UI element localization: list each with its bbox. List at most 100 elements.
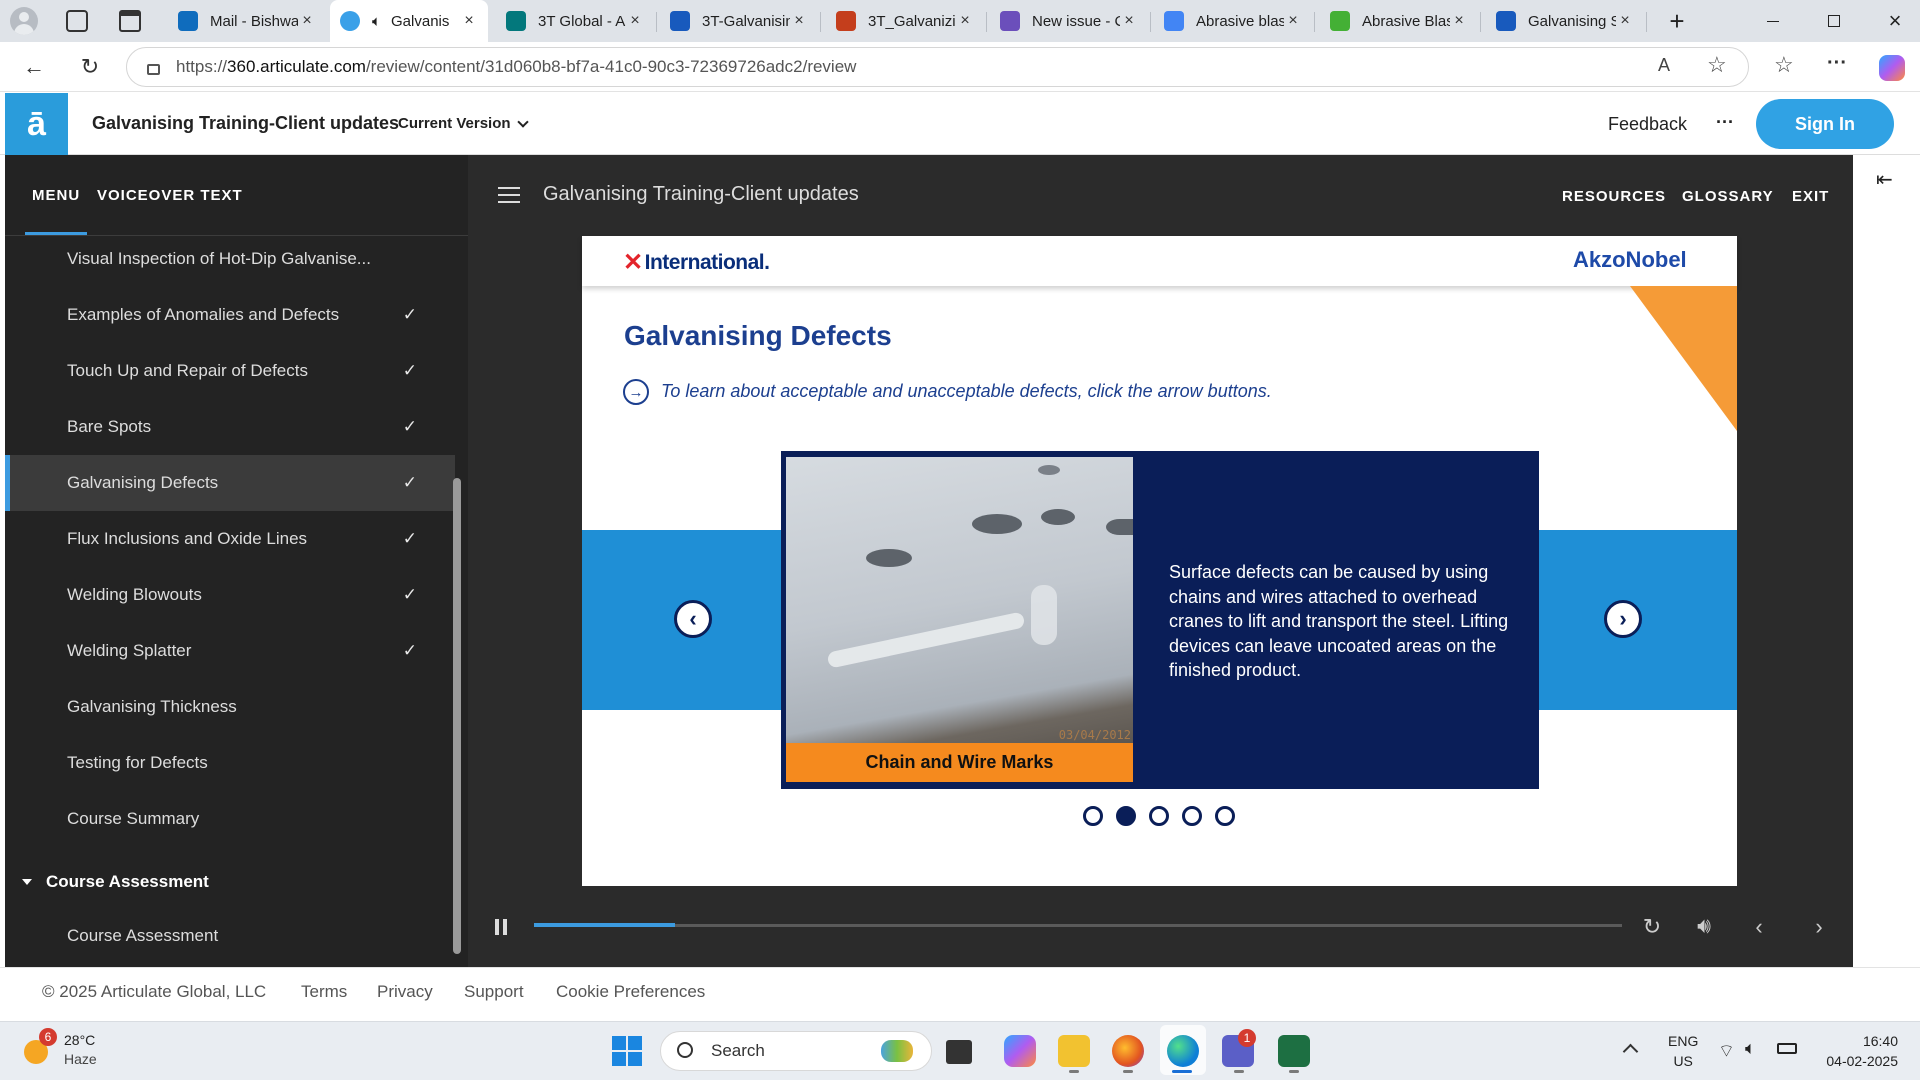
- footer-link-privacy[interactable]: Privacy: [377, 982, 433, 1002]
- url-field[interactable]: https://360.articulate.com/review/conten…: [126, 47, 1749, 87]
- favorites-icon[interactable]: ☆: [1774, 52, 1794, 78]
- photo-date-stamp: 03/04/2012: [1058, 728, 1131, 742]
- task-view-icon[interactable]: [946, 1040, 972, 1064]
- footer-link-terms[interactable]: Terms: [301, 982, 347, 1002]
- tab-close-icon[interactable]: ×: [1284, 12, 1302, 30]
- pagination-dot[interactable]: [1149, 806, 1169, 826]
- pagination-dot[interactable]: [1215, 806, 1235, 826]
- browser-tab[interactable]: New issue - C ×: [990, 0, 1148, 42]
- more-options-icon[interactable]: ···: [1716, 112, 1734, 133]
- favorite-star-icon[interactable]: ☆: [1707, 52, 1727, 78]
- sidebar-item[interactable]: Touch Up and Repair of Defects ✓: [5, 343, 455, 399]
- language-indicator[interactable]: ENG US: [1668, 1031, 1698, 1071]
- next-slide-button[interactable]: ›: [1804, 912, 1834, 942]
- sidebar-item[interactable]: Galvanising Defects ✓: [5, 455, 455, 511]
- tab-close-icon[interactable]: ×: [626, 12, 644, 30]
- sidebar-item[interactable]: Welding Blowouts ✓: [5, 567, 455, 623]
- file-explorer-icon[interactable]: [1058, 1035, 1090, 1067]
- running-indicator: [1289, 1070, 1299, 1073]
- sidebar-item-label: Welding Splatter: [67, 641, 192, 660]
- profile-icon[interactable]: [10, 7, 38, 35]
- copilot-taskbar-icon[interactable]: [1004, 1035, 1036, 1067]
- bolt-hole: [1106, 519, 1133, 535]
- browser-tab[interactable]: Mail - Bishwa ×: [168, 0, 326, 42]
- back-button[interactable]: ←: [16, 50, 52, 84]
- sidebar-item[interactable]: Examples of Anomalies and Defects ✓: [5, 287, 455, 343]
- browser-tab[interactable]: 🔈︎ Galvanis ×: [330, 0, 488, 42]
- tab-close-icon[interactable]: ×: [1616, 12, 1634, 30]
- pagination-dot[interactable]: [1182, 806, 1202, 826]
- next-arrow-button[interactable]: ›: [1604, 600, 1642, 638]
- browser-tab[interactable]: Abrasive Blas ×: [1320, 0, 1478, 42]
- minimize-button[interactable]: [1744, 0, 1802, 42]
- sidebar-item[interactable]: Galvanising Thickness: [5, 679, 455, 735]
- wifi-icon[interactable]: ⌔: [1718, 1040, 1735, 1063]
- sidebar-item[interactable]: Visual Inspection of Hot-Dip Galvanise..…: [5, 231, 455, 287]
- tab-close-icon[interactable]: ×: [790, 12, 808, 30]
- feedback-link[interactable]: Feedback: [1608, 114, 1687, 135]
- tab-menu[interactable]: MENU: [32, 187, 80, 204]
- copilot-icon[interactable]: [1879, 55, 1905, 81]
- sidebar-item-course-assessment[interactable]: Course Assessment: [5, 908, 455, 964]
- clock[interactable]: 16:40 04-02-2025: [1816, 1031, 1898, 1071]
- previous-arrow-button[interactable]: ‹: [674, 600, 712, 638]
- browser-tab[interactable]: 3T_Galvanizin ×: [826, 0, 984, 42]
- seekbar-track[interactable]: [534, 924, 1622, 927]
- chain-mark: [826, 611, 1026, 669]
- tab-close-icon[interactable]: ×: [1450, 12, 1468, 30]
- weather-widget[interactable]: 6 28°C Haze: [20, 1028, 110, 1074]
- edge-icon[interactable]: [1167, 1035, 1199, 1067]
- speaker-icon[interactable]: 🔈︎: [1745, 1038, 1756, 1059]
- footer-link-support[interactable]: Support: [464, 982, 524, 1002]
- pagination-dot[interactable]: [1083, 806, 1103, 826]
- search-highlight-icon: [881, 1040, 913, 1062]
- sidebar-item[interactable]: Welding Splatter ✓: [5, 623, 455, 679]
- sidebar-item[interactable]: Flux Inclusions and Oxide Lines ✓: [5, 511, 455, 567]
- close-window-button[interactable]: ×: [1866, 0, 1920, 42]
- browser-menu-icon[interactable]: ···: [1827, 52, 1847, 75]
- footer-link-cookie-preferences[interactable]: Cookie Preferences: [556, 982, 705, 1002]
- replay-button[interactable]: ↻: [1637, 912, 1667, 942]
- browser-tab[interactable]: 3T-Galvanisin ×: [660, 0, 818, 42]
- section-course-assessment[interactable]: Course Assessment: [22, 872, 209, 892]
- sidebar-scrollbar[interactable]: [453, 478, 461, 954]
- sign-in-button[interactable]: Sign In: [1756, 99, 1894, 149]
- pagination-dot[interactable]: [1116, 806, 1136, 826]
- refresh-button[interactable]: ↻: [72, 50, 108, 84]
- collapse-panel-icon[interactable]: ⇤: [1876, 167, 1893, 192]
- browser-tab[interactable]: 3T Global - A ×: [496, 0, 654, 42]
- glossary-link[interactable]: GLOSSARY: [1682, 188, 1774, 205]
- volume-button[interactable]: 🔊︎: [1689, 911, 1719, 941]
- start-button[interactable]: [612, 1036, 642, 1066]
- taskbar-search[interactable]: Search: [660, 1031, 932, 1071]
- tab-close-icon[interactable]: ×: [1120, 12, 1138, 30]
- pause-button[interactable]: [486, 912, 516, 942]
- sidebar-item[interactable]: Bare Spots ✓: [5, 399, 455, 455]
- restore-button[interactable]: [1805, 0, 1863, 42]
- prev-slide-button[interactable]: ‹: [1744, 912, 1774, 942]
- browser-tab[interactable]: Abrasive blas ×: [1154, 0, 1312, 42]
- tab-close-icon[interactable]: ×: [298, 12, 316, 30]
- tab-close-icon[interactable]: ×: [460, 12, 478, 30]
- battery-icon[interactable]: [1777, 1043, 1797, 1054]
- articulate-logo[interactable]: ā: [5, 93, 68, 155]
- new-tab-button[interactable]: +: [1660, 2, 1694, 40]
- version-dropdown[interactable]: Current Version: [398, 115, 529, 132]
- tab-close-icon[interactable]: ×: [956, 12, 974, 30]
- photo-caption: Chain and Wire Marks: [786, 743, 1133, 782]
- tab-favicon-icon: [340, 11, 360, 31]
- sidebar-item[interactable]: Course Summary: [5, 791, 455, 847]
- tab-voiceover-text[interactable]: VOICEOVER TEXT: [97, 187, 243, 204]
- firefox-icon[interactable]: [1112, 1035, 1144, 1067]
- hamburger-menu-icon[interactable]: [498, 187, 520, 203]
- resources-link[interactable]: RESOURCES: [1562, 188, 1666, 205]
- browser-tab[interactable]: Galvanising S ×: [1486, 0, 1644, 42]
- tab-favicon-icon: [1164, 11, 1184, 31]
- exit-link[interactable]: EXIT: [1792, 188, 1829, 205]
- read-aloud-icon[interactable]: A: [1658, 55, 1670, 76]
- tab-audio-icon[interactable]: 🔈︎: [372, 13, 381, 30]
- tab-actions-icon[interactable]: [119, 10, 141, 32]
- workspaces-icon[interactable]: [66, 10, 88, 32]
- excel-icon[interactable]: [1278, 1035, 1310, 1067]
- sidebar-item[interactable]: Testing for Defects: [5, 735, 455, 791]
